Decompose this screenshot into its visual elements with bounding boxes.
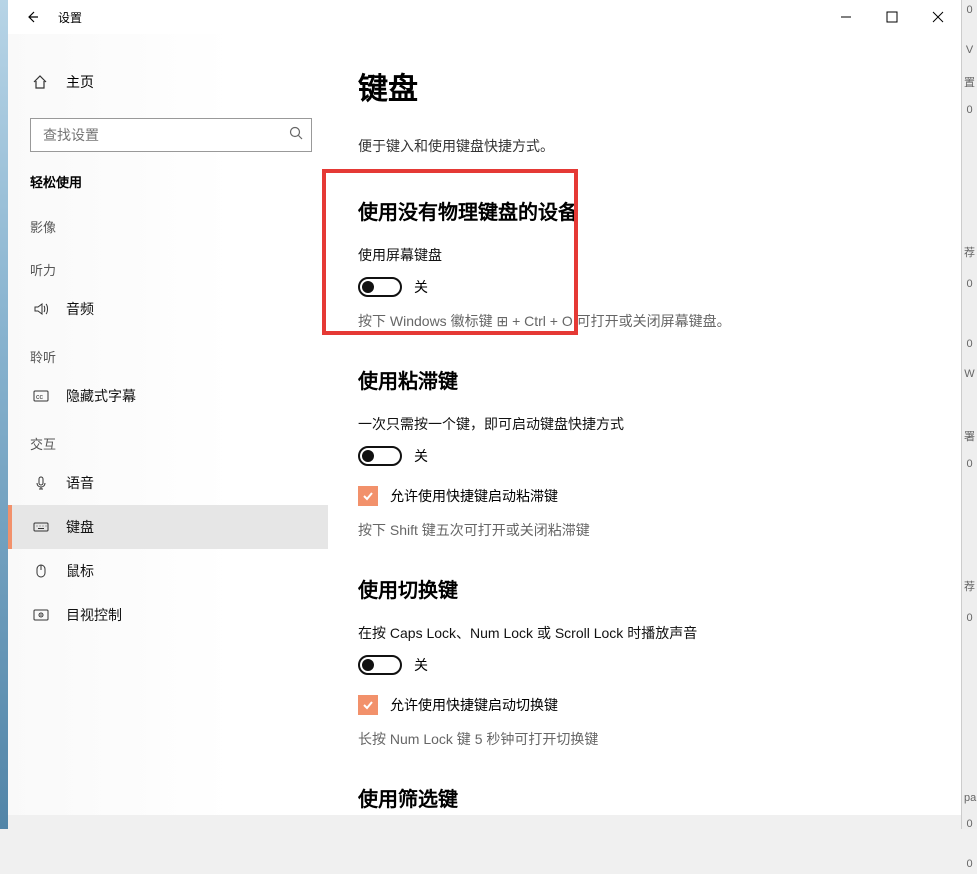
check-icon [361, 489, 375, 503]
category-hearing: 听力 [8, 244, 328, 287]
home-label: 主页 [66, 72, 94, 92]
back-arrow-icon [24, 9, 40, 25]
togglekeys-shortcut-checkbox[interactable] [358, 695, 378, 715]
page-subtitle: 便于键入和使用键盘快捷方式。 [358, 136, 921, 156]
hint-text: 按下 Shift 键五次可打开或关闭粘滞键 [358, 520, 921, 540]
checkbox-row: 允许使用快捷键启动粘滞键 [358, 486, 921, 506]
toggle-state: 关 [414, 655, 428, 675]
minimize-icon [840, 11, 852, 23]
group-sticky-keys: 使用粘滞键 一次只需按一个键，即可启动键盘快捷方式 关 允许使用快捷键启动粘滞键… [358, 365, 921, 540]
search-box[interactable] [30, 118, 312, 152]
category-vision: 影像 [8, 201, 328, 244]
background-right-strip: 0 V 置 0 荐 0 0 W 署 0 荐 0 pa 0 0 [961, 0, 977, 829]
group-title: 使用切换键 [358, 574, 921, 603]
sidebar-item-label: 键盘 [66, 517, 94, 537]
onscreen-keyboard-toggle[interactable] [358, 277, 402, 297]
sidebar-item-speech[interactable]: 语音 [8, 461, 328, 505]
window-body: 主页 轻松使用 影像 听力 音频 聆听 [8, 34, 961, 815]
sidebar-item-label: 目视控制 [66, 605, 122, 625]
group-toggle-keys: 使用切换键 在按 Caps Lock、Num Lock 或 Scroll Loc… [358, 574, 921, 749]
group-desc: 一次只需按一个键，即可启动键盘快捷方式 [358, 414, 921, 434]
group-title: 使用筛选键 [358, 783, 921, 812]
sidebar-item-label: 隐藏式字幕 [66, 386, 136, 406]
sticky-shortcut-checkbox[interactable] [358, 486, 378, 506]
window-controls [823, 0, 961, 34]
mouse-icon [32, 563, 50, 579]
titlebar: 设置 [8, 0, 961, 34]
sidebar: 主页 轻松使用 影像 听力 音频 聆听 [8, 34, 328, 815]
toggle-row: 关 [358, 655, 921, 675]
home-icon [32, 74, 50, 90]
sidebar-item-label: 语音 [66, 473, 94, 493]
sidebar-item-keyboard[interactable]: 键盘 [8, 505, 328, 549]
window-title: 设置 [58, 9, 82, 26]
section-title: 轻松使用 [8, 152, 328, 201]
checkbox-label: 允许使用快捷键启动粘滞键 [390, 486, 558, 506]
content-area: 键盘 便于键入和使用键盘快捷方式。 使用没有物理键盘的设备 使用屏幕键盘 关 按… [328, 34, 961, 815]
speaker-icon [32, 301, 50, 317]
maximize-icon [886, 11, 898, 23]
toggle-label: 使用屏幕键盘 [358, 245, 921, 265]
category-interaction: 交互 [8, 418, 328, 461]
checkbox-row: 允许使用快捷键启动切换键 [358, 695, 921, 715]
toggle-row: 关 [358, 446, 921, 466]
checkbox-label: 允许使用快捷键启动切换键 [390, 695, 558, 715]
mic-icon [32, 475, 50, 491]
toggle-knob [362, 659, 374, 671]
maximize-button[interactable] [869, 0, 915, 34]
toggle-state: 关 [414, 277, 428, 297]
toggle-keys-toggle[interactable] [358, 655, 402, 675]
hint-text: 长按 Num Lock 键 5 秒钟可打开切换键 [358, 729, 921, 749]
toggle-knob [362, 450, 374, 462]
home-link[interactable]: 主页 [8, 60, 328, 104]
group-onscreen-keyboard: 使用没有物理键盘的设备 使用屏幕键盘 关 按下 Windows 徽标键 ⊞ + … [358, 196, 921, 331]
category-listen: 聆听 [8, 331, 328, 374]
group-title: 使用没有物理键盘的设备 [358, 196, 921, 225]
keyboard-icon [32, 519, 50, 535]
toggle-row: 关 [358, 277, 921, 297]
minimize-button[interactable] [823, 0, 869, 34]
group-title: 使用粘滞键 [358, 365, 921, 394]
cc-icon: cc [32, 388, 50, 404]
sidebar-item-label: 鼠标 [66, 561, 94, 581]
sidebar-item-eyecontrol[interactable]: 目视控制 [8, 593, 328, 637]
sidebar-item-label: 音频 [66, 299, 94, 319]
search-icon [289, 126, 303, 145]
toggle-knob [362, 281, 374, 293]
eye-icon [32, 607, 50, 623]
group-desc: 在按 Caps Lock、Num Lock 或 Scroll Lock 时播放声… [358, 623, 921, 643]
toggle-state: 关 [414, 446, 428, 466]
group-filter-keys: 使用筛选键 忽略短暂或重复的击键并更改键盘重复速率 [358, 783, 921, 815]
back-button[interactable] [20, 5, 44, 29]
sidebar-item-captions[interactable]: cc 隐藏式字幕 [8, 374, 328, 418]
search-input[interactable] [43, 127, 289, 143]
sticky-keys-toggle[interactable] [358, 446, 402, 466]
hint-text: 按下 Windows 徽标键 ⊞ + Ctrl + O 可打开或关闭屏幕键盘。 [358, 311, 921, 331]
sidebar-item-audio[interactable]: 音频 [8, 287, 328, 331]
desktop-background-left [0, 0, 8, 829]
page-title: 键盘 [358, 64, 921, 108]
svg-text:cc: cc [36, 394, 44, 401]
close-icon [932, 11, 944, 23]
close-button[interactable] [915, 0, 961, 34]
check-icon [361, 698, 375, 712]
settings-window: 设置 主页 [8, 0, 961, 815]
sidebar-item-mouse[interactable]: 鼠标 [8, 549, 328, 593]
